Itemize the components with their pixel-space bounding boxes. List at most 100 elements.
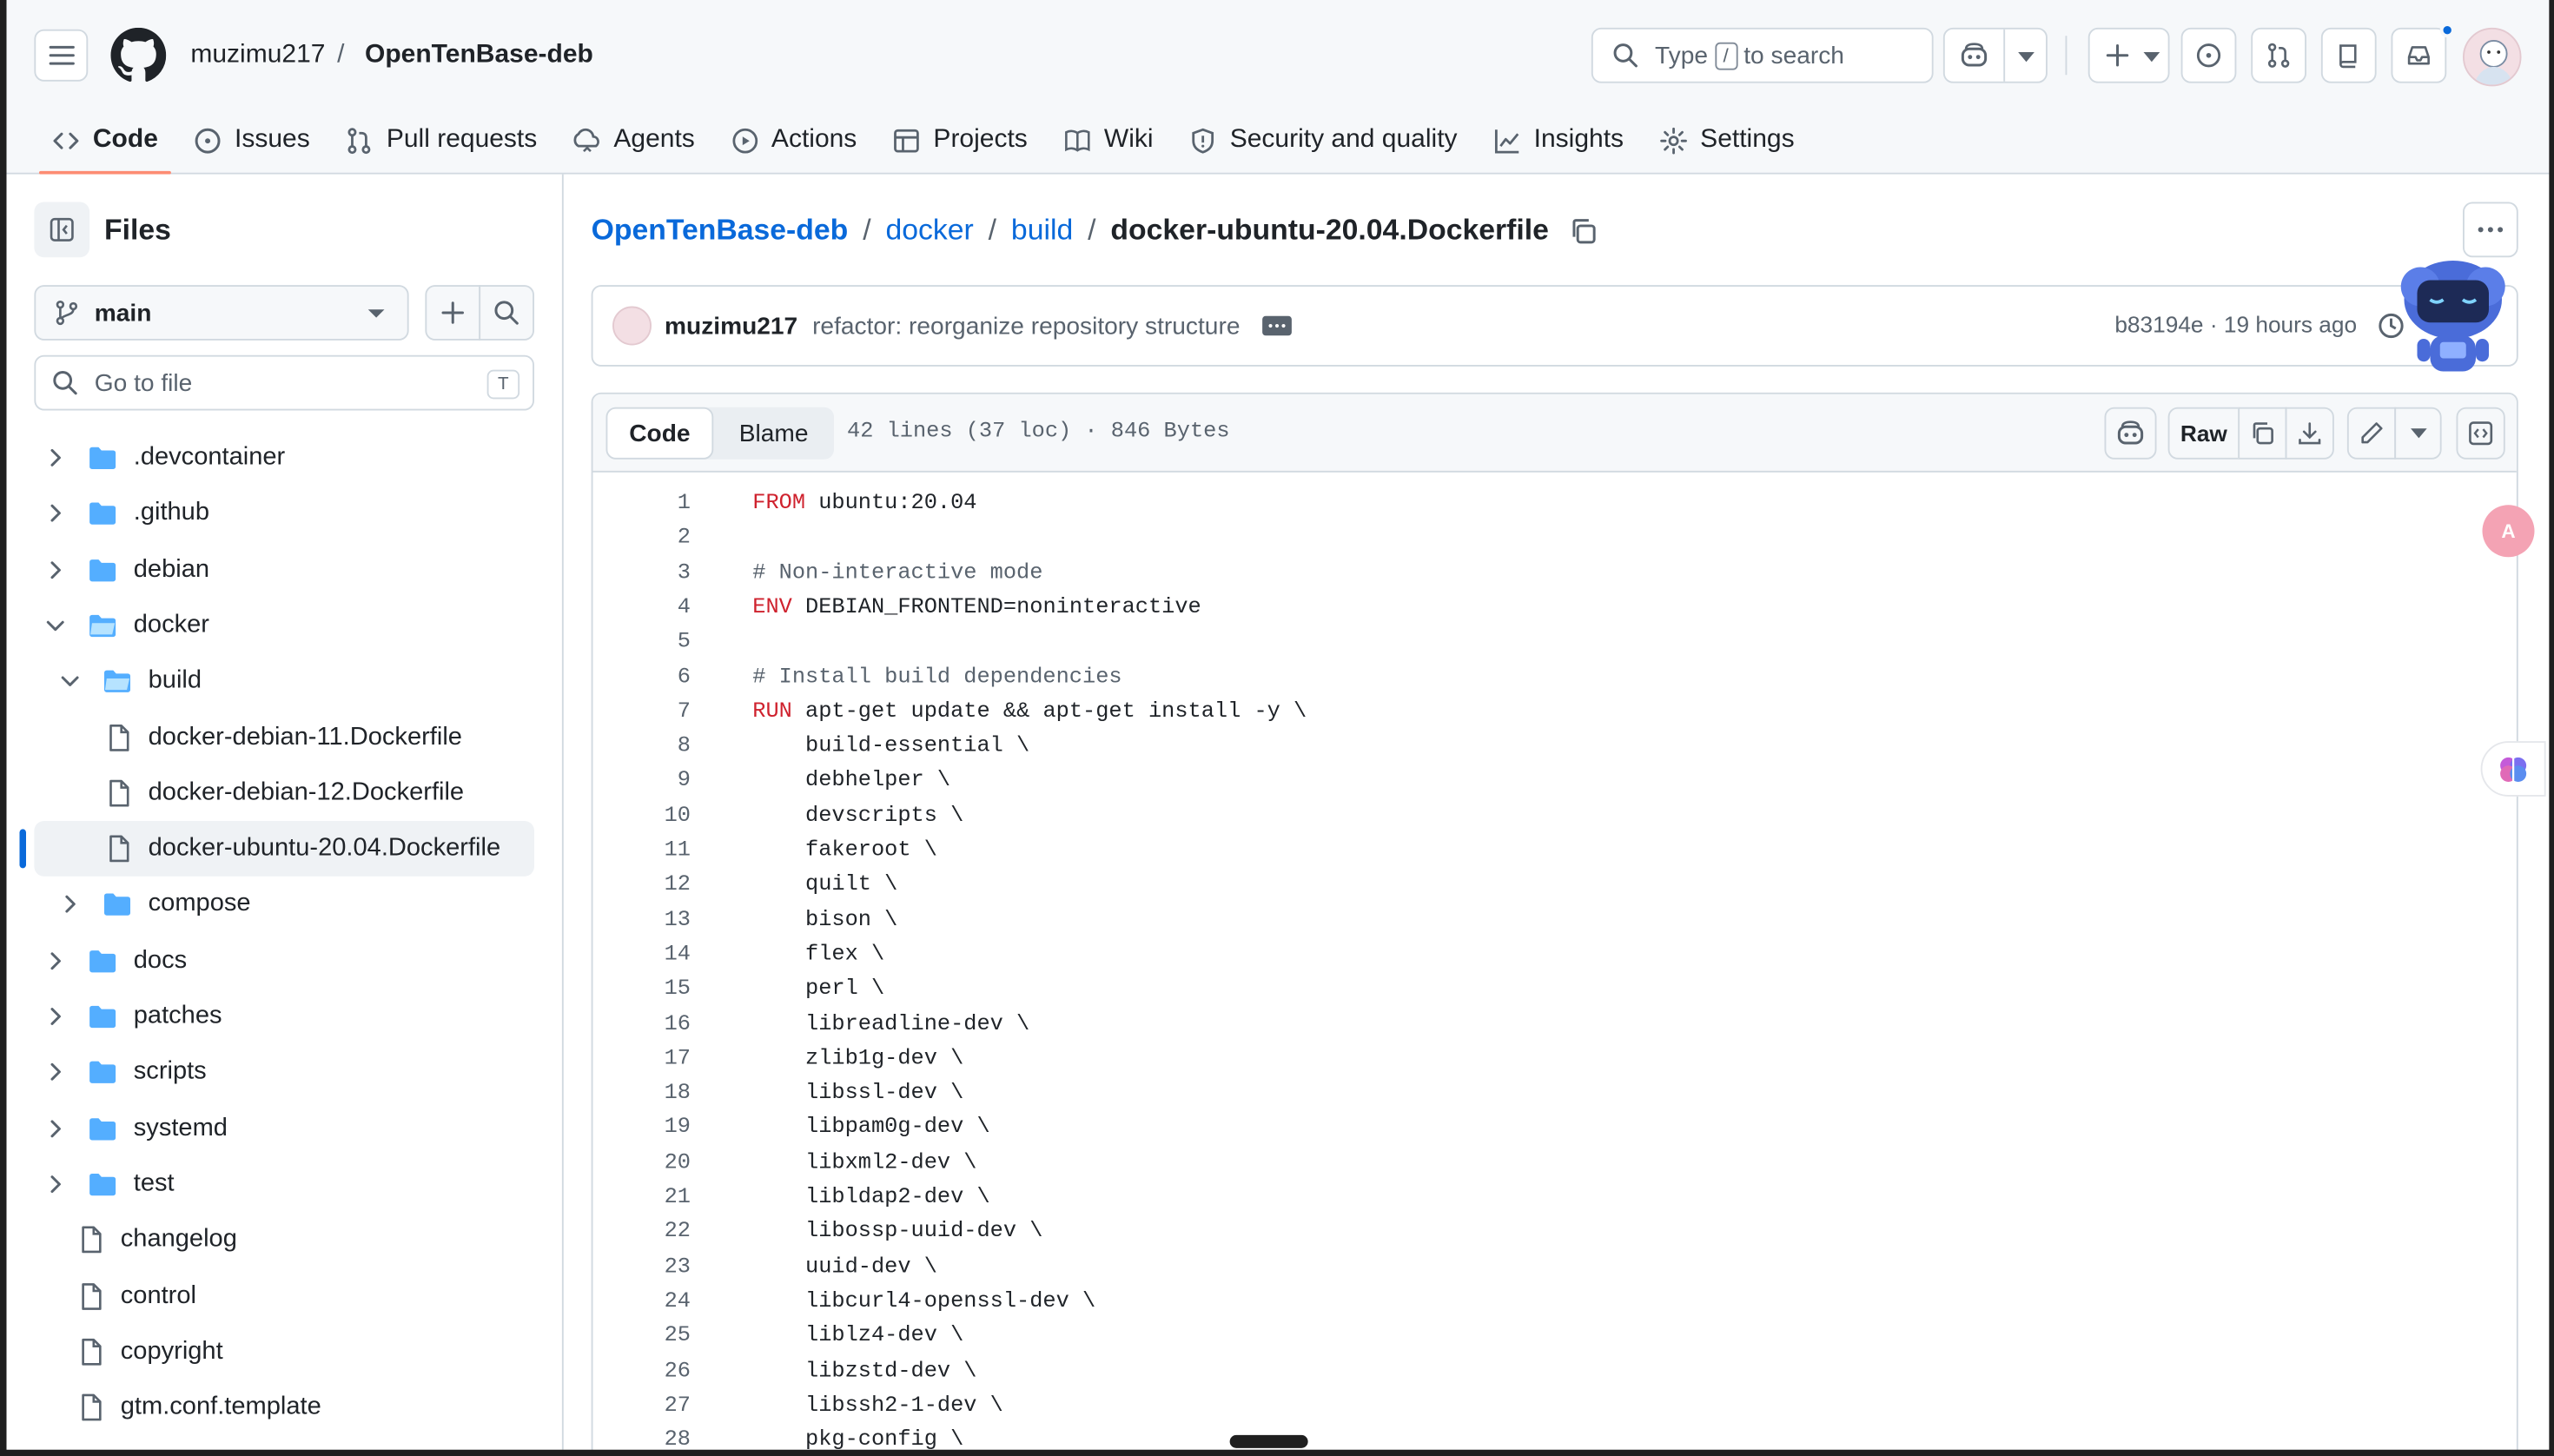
tree-folder[interactable]: docker [46, 598, 209, 653]
collapse-sidebar-button[interactable] [34, 202, 90, 258]
line-number[interactable]: 7 [593, 695, 691, 730]
breadcrumb-repo-link[interactable]: OpenTenBase-deb [592, 214, 849, 248]
tab-pull-requests[interactable]: Pull requests [333, 108, 550, 173]
tree-file[interactable]: copyright [78, 1324, 223, 1380]
tab-security-and-quality[interactable]: Security and quality [1176, 108, 1471, 173]
pull-requests-button[interactable] [2251, 27, 2306, 83]
tree-file[interactable]: docker-debian-12.Dockerfile [106, 765, 464, 821]
tree-toggle[interactable] [46, 1175, 66, 1195]
line-number[interactable]: 14 [593, 938, 691, 973]
chevron-down-icon[interactable] [2018, 52, 2035, 63]
search-code-button[interactable] [479, 285, 534, 341]
issues-button[interactable] [2180, 27, 2237, 83]
more-options-button[interactable] [2463, 202, 2518, 258]
tab-settings[interactable]: Settings [1646, 108, 1807, 173]
line-number[interactable]: 18 [593, 1077, 691, 1112]
commit-message[interactable]: refactor: reorganize repository structur… [812, 312, 1240, 340]
line-number[interactable]: 9 [593, 764, 691, 799]
tree-toggle[interactable] [46, 619, 66, 632]
commit-sha-time[interactable]: b83194e · 19 hours ago [2114, 311, 2357, 337]
tree-folder[interactable]: debian [46, 542, 209, 598]
line-number[interactable]: 6 [593, 660, 691, 695]
github-logo-icon[interactable] [110, 27, 167, 83]
line-number[interactable]: 26 [593, 1354, 691, 1389]
hamburger-menu-button[interactable] [34, 29, 89, 82]
download-raw-button[interactable] [2285, 407, 2334, 460]
tree-toggle[interactable] [46, 504, 66, 524]
global-search-input[interactable]: Type / to search [1591, 27, 1934, 83]
line-number[interactable]: 3 [593, 556, 691, 591]
blame-tab-button[interactable]: Blame [713, 407, 834, 460]
go-to-file-input[interactable]: Go to file T [34, 354, 534, 411]
tree-folder[interactable]: .devcontainer [46, 430, 285, 486]
line-number[interactable]: 10 [593, 799, 691, 834]
line-number[interactable]: 8 [593, 730, 691, 764]
edit-options-dropdown[interactable] [2394, 407, 2442, 460]
tab-wiki[interactable]: Wiki [1050, 108, 1167, 173]
tab-projects[interactable]: Projects [880, 108, 1041, 173]
tree-folder[interactable]: patches [46, 989, 222, 1044]
tab-code[interactable]: Code [39, 108, 171, 175]
tab-issues[interactable]: Issues [181, 108, 323, 173]
edit-file-button[interactable] [2346, 407, 2397, 460]
line-number[interactable]: 4 [593, 591, 691, 625]
tree-toggle[interactable] [60, 895, 80, 915]
tree-toggle[interactable] [46, 950, 66, 970]
tree-folder[interactable]: test [46, 1156, 175, 1212]
repositories-button[interactable] [2320, 27, 2377, 83]
inbox-button[interactable] [2391, 27, 2447, 83]
line-number[interactable]: 16 [593, 1008, 691, 1042]
tree-toggle[interactable] [46, 448, 66, 468]
tree-folder[interactable]: compose [60, 877, 251, 932]
raw-button[interactable]: Raw [2167, 407, 2240, 460]
copilot-icon[interactable] [1960, 43, 1989, 69]
line-number[interactable]: 21 [593, 1181, 691, 1215]
line-number[interactable]: 20 [593, 1146, 691, 1181]
breadcrumb-docker-link[interactable]: docker [885, 214, 973, 248]
tree-file[interactable]: docker-debian-11.Dockerfile [106, 710, 462, 765]
line-number[interactable]: 27 [593, 1389, 691, 1424]
line-number[interactable]: 24 [593, 1285, 691, 1320]
expand-commit-button[interactable] [1262, 315, 1293, 336]
copilot-ask-button[interactable] [2104, 407, 2157, 460]
line-number[interactable]: 13 [593, 903, 691, 938]
line-number[interactable]: 17 [593, 1042, 691, 1077]
breadcrumb-build-link[interactable]: build [1011, 214, 1073, 248]
tab-insights[interactable]: Insights [1480, 108, 1637, 173]
tree-file[interactable]: gtm.conf.template [78, 1380, 321, 1435]
tree-folder[interactable]: systemd [46, 1101, 228, 1156]
code-tab-button[interactable]: Code [605, 407, 714, 460]
tree-file[interactable]: changelog [78, 1212, 237, 1267]
user-avatar[interactable] [2463, 27, 2522, 87]
tree-toggle[interactable] [46, 1118, 66, 1138]
commit-author-avatar[interactable] [612, 306, 652, 346]
line-number[interactable]: 22 [593, 1215, 691, 1250]
line-number[interactable]: 1 [593, 487, 691, 522]
line-number[interactable]: 12 [593, 869, 691, 903]
copilot-split-button[interactable] [1942, 27, 2048, 83]
branch-selector-button[interactable]: main [34, 285, 409, 341]
tree-folder[interactable]: docs [46, 933, 187, 989]
tab-agents[interactable]: Agents [560, 108, 708, 173]
tree-toggle[interactable] [46, 1062, 66, 1082]
ai-assistant-float-button[interactable] [2480, 741, 2546, 797]
tree-folder[interactable]: scripts [46, 1044, 207, 1100]
copy-raw-button[interactable] [2238, 407, 2287, 460]
tree-toggle[interactable] [46, 1007, 66, 1027]
header-repo-link[interactable]: OpenTenBase-deb [365, 41, 593, 70]
line-number[interactable]: 25 [593, 1320, 691, 1354]
tree-toggle[interactable] [60, 675, 80, 688]
tree-folder[interactable]: build [60, 653, 202, 709]
create-new-button[interactable] [2088, 27, 2170, 83]
line-number[interactable]: 15 [593, 973, 691, 1008]
tree-file[interactable]: control [78, 1268, 196, 1324]
line-number[interactable]: 11 [593, 834, 691, 869]
line-number[interactable]: 23 [593, 1250, 691, 1285]
commit-author[interactable]: muzimu217 [665, 312, 797, 340]
line-number[interactable]: 19 [593, 1111, 691, 1146]
robot-mascot-icon[interactable] [2394, 255, 2511, 385]
line-number[interactable]: 5 [593, 625, 691, 660]
tree-toggle[interactable] [46, 559, 66, 579]
tab-actions[interactable]: Actions [718, 108, 870, 173]
header-owner-link[interactable]: muzimu217 [190, 41, 325, 70]
